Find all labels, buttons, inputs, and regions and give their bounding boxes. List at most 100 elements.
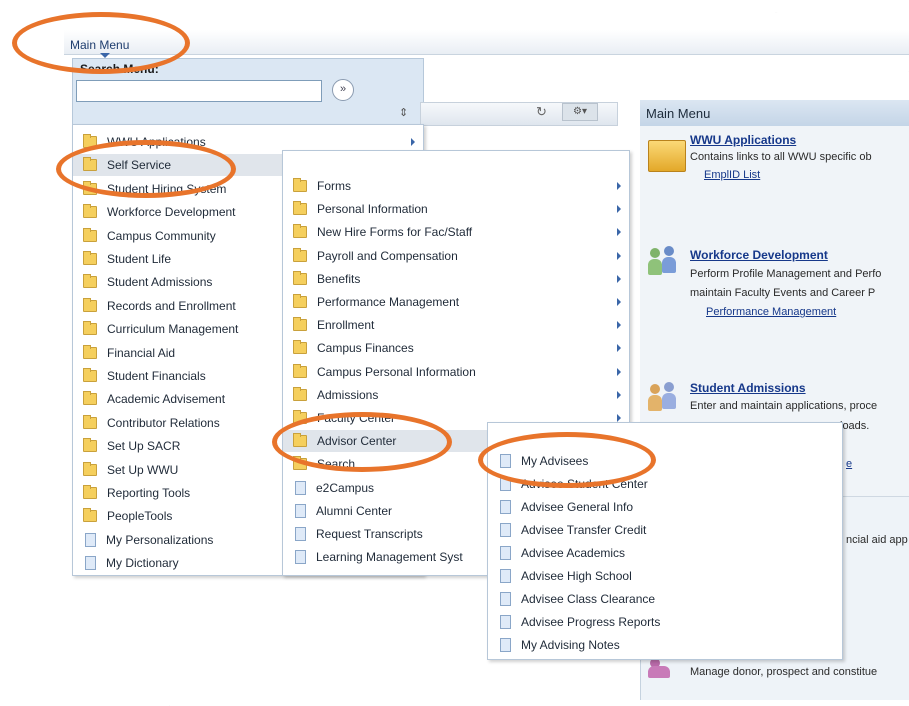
folder-icon — [83, 157, 97, 172]
advisor-center-item-label: Advisee Transfer Credit — [521, 523, 647, 537]
self-service-item[interactable]: Campus Personal Information — [283, 361, 629, 383]
folder-icon — [83, 204, 97, 219]
advisor-center-item[interactable]: Advisee General Info — [488, 496, 842, 518]
workforce-development-link[interactable]: Workforce Development — [690, 248, 828, 262]
people-icon — [646, 246, 682, 282]
folder-icon — [83, 508, 97, 523]
folder-icon — [648, 140, 686, 172]
document-icon — [85, 556, 96, 571]
emplid-list-link[interactable]: EmplID List — [704, 169, 760, 181]
document-icon — [500, 546, 511, 560]
settings-dropdown-icon[interactable]: ⚙▾ — [562, 103, 598, 121]
search-go-button[interactable]: » — [332, 79, 354, 101]
main-menu-item-label: Curriculum Management — [107, 322, 239, 337]
search-menu-input[interactable] — [76, 80, 322, 102]
advisor-center-item[interactable]: Advisee High School — [488, 565, 842, 587]
applicants-icon — [646, 380, 682, 416]
self-service-item-label: Learning Management Syst — [316, 550, 463, 565]
student-admissions-sublink[interactable]: e — [846, 458, 852, 470]
self-service-item-label: Personal Information — [317, 202, 428, 217]
folder-icon — [83, 180, 97, 195]
advisor-center-item[interactable]: Advisee Student Center — [488, 473, 842, 495]
self-service-item[interactable]: Benefits — [283, 268, 629, 290]
contributor-relations-description: Manage donor, prospect and constitue — [690, 666, 878, 678]
performance-management-link[interactable]: Performance Management — [706, 306, 836, 318]
main-menu-item-label: My Personalizations — [106, 532, 214, 547]
main-menu-item-label: Self Service — [107, 158, 172, 173]
document-icon — [500, 523, 511, 537]
self-service-item[interactable]: Admissions — [283, 384, 629, 406]
document-icon — [295, 480, 306, 495]
folder-icon — [83, 274, 97, 289]
self-service-item[interactable]: Campus Finances — [283, 337, 629, 359]
chevron-right-icon — [617, 344, 621, 353]
self-service-item-label: Advisor Center — [317, 434, 397, 449]
main-menu-pagelet-title: Main Menu — [646, 106, 711, 121]
document-icon — [500, 500, 511, 514]
folder-icon — [293, 363, 307, 378]
chevron-right-icon — [411, 138, 415, 146]
advisor-center-item-label: Advisee Student Center — [521, 477, 648, 491]
self-service-item[interactable]: Performance Management — [283, 291, 629, 313]
card-description-line2: maintain Faculty Events and Career P — [690, 287, 876, 299]
card-description: Enter and maintain applications, proce — [690, 400, 878, 412]
chevron-right-icon — [617, 390, 621, 399]
refresh-icon[interactable]: ↻ — [536, 104, 547, 120]
advisor-center-item[interactable]: Advisee Academics — [488, 542, 842, 564]
self-service-item-label: New Hire Forms for Fac/Staff — [317, 225, 473, 240]
folder-icon — [83, 134, 97, 148]
folder-icon — [83, 391, 97, 406]
self-service-item[interactable]: Forms — [283, 175, 629, 197]
main-menu-item-label: Academic Advisement — [107, 392, 226, 407]
student-admissions-link[interactable]: Student Admissions — [690, 381, 806, 395]
advisor-center-item-label: Advisee Progress Reports — [521, 615, 661, 629]
self-service-item[interactable]: Payroll and Compensation — [283, 245, 629, 267]
folder-icon — [293, 294, 307, 308]
document-icon — [500, 569, 511, 583]
self-service-item-label: Request Transcripts — [316, 527, 423, 541]
wwu-applications-link[interactable]: WWU Applications — [690, 133, 796, 147]
folder-icon — [293, 201, 307, 216]
self-service-item[interactable]: Enrollment — [283, 314, 629, 336]
main-menu-item-label: PeopleTools — [107, 509, 173, 524]
advisor-center-item[interactable]: Advisee Progress Reports — [488, 611, 842, 633]
self-service-item-label: e2Campus — [316, 480, 375, 495]
main-menu-item-label: WWU Applications — [107, 135, 206, 149]
folder-icon — [293, 456, 307, 471]
main-menu-item-label: Student Hiring System — [107, 181, 227, 196]
folder-icon — [83, 251, 97, 265]
chevron-right-icon — [617, 251, 621, 260]
advisor-center-item-label: My Advisees — [521, 454, 589, 468]
advisor-center-item-label: Advisee Class Clearance — [521, 592, 656, 606]
document-icon — [295, 527, 306, 541]
self-service-item[interactable]: New Hire Forms for Fac/Staff — [283, 221, 629, 243]
folder-icon — [83, 368, 97, 382]
card-description: Perform Profile Management and Perfo — [690, 268, 882, 280]
main-menu-item-label: Contributor Relations — [107, 415, 220, 430]
self-service-item-label: Alumni Center — [316, 503, 393, 518]
main-menu-item-label: Student Financials — [107, 369, 206, 383]
card-description: Contains links to all WWU specific ob — [690, 151, 872, 163]
document-icon — [295, 503, 306, 518]
main-menu-item-label: Workforce Development — [107, 205, 236, 220]
folder-icon — [83, 227, 97, 242]
folder-icon — [293, 178, 307, 192]
main-menu-item-label: Campus Community — [107, 228, 216, 243]
folder-icon — [293, 317, 307, 332]
main-menu-item-label: My Dictionary — [106, 556, 179, 571]
folder-icon — [83, 485, 97, 499]
self-service-item-label: Payroll and Compensation — [317, 248, 458, 263]
main-menu-link[interactable]: Main Menu — [70, 38, 129, 52]
sort-icon[interactable]: ⇕ — [399, 106, 408, 119]
advisor-center-item[interactable]: My Advisees — [488, 450, 842, 472]
chevron-right-icon — [617, 414, 621, 422]
card-description-line2: loads. — [840, 420, 870, 432]
chevron-right-icon — [617, 205, 621, 214]
advisor-center-item[interactable]: Advisee Class Clearance — [488, 588, 842, 610]
folder-icon — [83, 461, 97, 476]
advisor-center-item-label: Advisee Academics — [521, 546, 626, 560]
chevron-right-icon — [617, 228, 621, 237]
advisor-center-item[interactable]: My Advising Notes — [488, 634, 842, 656]
self-service-item[interactable]: Personal Information — [283, 198, 629, 220]
advisor-center-item[interactable]: Advisee Transfer Credit — [488, 519, 842, 541]
